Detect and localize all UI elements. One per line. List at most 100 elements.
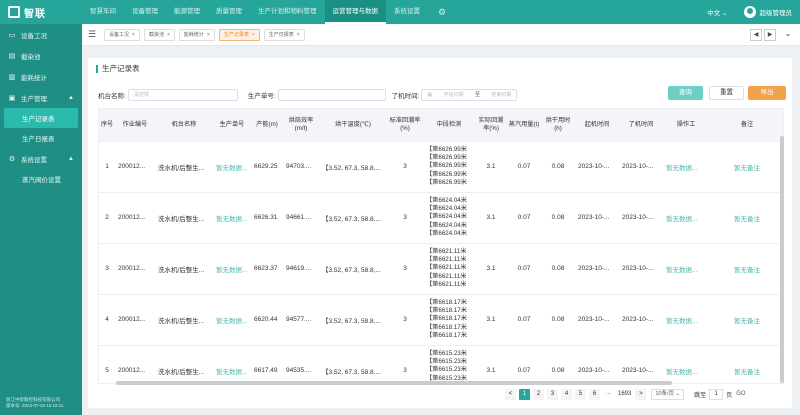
cell-job: 200012...	[115, 345, 155, 383]
page-button[interactable]: 5	[575, 388, 586, 400]
go-button[interactable]: GO	[736, 391, 745, 397]
table-body: 1 200012... 洗水机/后整生... 暂无数据... 6629.25 94703.…	[99, 141, 783, 383]
col-header: 中段检测	[423, 109, 475, 142]
tag-label: 截染池	[148, 31, 164, 38]
cell-op[interactable]: 暂无数据...	[663, 141, 709, 193]
order-input[interactable]	[277, 89, 386, 101]
cell-op[interactable]: 暂无数据...	[663, 294, 709, 346]
cell-op[interactable]: 暂无数据...	[663, 243, 709, 295]
chevron-down-icon[interactable]: ⌄	[782, 29, 794, 41]
cell-no: 2	[99, 192, 115, 244]
tag-energy[interactable]: 能耗统计 ×	[178, 28, 215, 41]
cell-note[interactable]: 暂无备注	[709, 345, 783, 383]
tag-production-record[interactable]: 生产记录表 ×	[218, 28, 260, 41]
more-pages-button[interactable]: ···	[603, 389, 614, 400]
cell-note[interactable]: 暂无备注	[709, 243, 783, 295]
top-nav-item[interactable]: 设备管理	[124, 0, 166, 24]
tag-dye-pool[interactable]: 截染池 ×	[143, 28, 175, 41]
cell-temp: 【3.52, 67.3, 58.8,...	[319, 294, 387, 346]
mid-check-line: 【第6618.17米	[426, 323, 467, 331]
jump-label: 跳至	[694, 392, 707, 399]
close-icon[interactable]: ×	[297, 32, 300, 38]
mid-check-line: 【第6618.17米	[426, 331, 467, 339]
vertical-scrollbar[interactable]	[780, 136, 784, 383]
cell-op[interactable]: 暂无数据...	[663, 345, 709, 383]
table-row: 5 200012... 洗水机/后整生... 暂无数据... 6617.49 94535.…	[99, 345, 783, 383]
user-name[interactable]: 超级管理员	[760, 7, 793, 17]
top-nav-item[interactable]: 质量管理	[208, 0, 250, 24]
top-nav: 智慧车间 设备管理 能源管理 质量管理 生产计划和物料管理 运营管理与数据 系统…	[82, 0, 456, 24]
page-button[interactable]: 1	[519, 388, 530, 400]
range-separator: 至	[475, 92, 481, 98]
sidebar-subitem-production-daily[interactable]: 生产日报表	[0, 128, 82, 148]
page-title: 生产记录表	[96, 65, 140, 73]
page-button[interactable]: 3	[547, 388, 558, 400]
cell-end: 2023-10-...	[619, 294, 663, 346]
top-nav-item[interactable]: 系统设置	[386, 0, 428, 24]
cell-order[interactable]: 暂无数据...	[213, 192, 251, 244]
cell-order[interactable]: 暂无数据...	[213, 294, 251, 346]
page-button[interactable]: 4	[561, 388, 572, 400]
cell-order[interactable]: 暂无数据...	[213, 243, 251, 295]
language-select[interactable]: 中文 ⌄	[707, 7, 727, 17]
sidebar-subitem-steam-price[interactable]: 蒸汽阀价设置	[0, 169, 82, 189]
col-header: 烘干用时(h)	[541, 109, 575, 142]
close-icon[interactable]: ×	[207, 32, 210, 38]
export-button[interactable]: 导出	[748, 86, 786, 100]
cell-order[interactable]: 暂无数据...	[213, 345, 251, 383]
tag-production-daily[interactable]: 生产日报表 ×	[263, 28, 305, 41]
page-size-select[interactable]: 10条/页 ⌄	[651, 388, 685, 400]
mid-check-line: 【第6626.99米	[426, 162, 467, 170]
cell-machine: 洗水机/后整生...	[155, 243, 213, 295]
date-range-picker[interactable]: ▦ 开始日期 至 结束日期	[421, 89, 518, 101]
top-nav-item[interactable]: 能源管理	[166, 0, 208, 24]
sidebar-subitem-production-record[interactable]: 生产记录表	[4, 108, 78, 128]
query-button[interactable]: 查询	[668, 86, 703, 100]
sidebar-item-production[interactable]: ▣ 生产管理 ▲	[0, 87, 82, 108]
chevron-right-icon[interactable]: ▶	[764, 29, 776, 41]
settings-gear-icon[interactable]: ⚙	[428, 0, 456, 24]
machine-select[interactable]: 请选择	[127, 89, 238, 101]
cell-note[interactable]: 暂无备注	[709, 141, 783, 193]
reset-button[interactable]: 重置	[709, 86, 744, 100]
user-avatar-icon[interactable]	[743, 6, 756, 18]
cell-temp: 【3.52, 67.3, 58.8,...	[319, 141, 387, 193]
cell-std: 3	[387, 141, 423, 193]
top-nav-item[interactable]: 生产计划和物料管理	[250, 0, 325, 24]
page-button[interactable]: 6	[589, 388, 600, 400]
order-label: 生产单号:	[247, 93, 276, 100]
cell-no: 1	[99, 141, 115, 193]
top-nav-item-active[interactable]: 运营管理与数据	[324, 0, 386, 24]
cell-dry: 0.08	[541, 141, 575, 193]
close-icon[interactable]: ×	[167, 32, 170, 38]
cell-note[interactable]: 暂无备注	[709, 294, 783, 346]
horizontal-scrollbar[interactable]	[116, 381, 672, 385]
main-card: 生产记录表 机台名称: 请选择 生产单号: 了机时间: ▦ 开始日期 至 结束日…	[88, 58, 792, 408]
top-nav-item[interactable]: 智慧车间	[82, 0, 124, 24]
close-icon[interactable]: ×	[252, 32, 255, 38]
mid-check-line: 【第6615.23米	[426, 366, 467, 374]
cell-mid: 【第6615.23米 【第6615.23米 【第6615.23米 【第6615.23米…	[423, 345, 475, 383]
mid-check-line: 【第6621.11米	[426, 272, 467, 280]
page-size-label: 10条/页	[655, 390, 675, 397]
close-icon[interactable]: ×	[132, 32, 135, 38]
top-navbar: 智联 智慧车间 设备管理 能源管理 质量管理 生产计划和物料管理 运营管理与数据…	[0, 0, 800, 24]
page-button[interactable]: 2	[533, 388, 544, 400]
sidebar-item-equipment[interactable]: ▭ 设备工况	[0, 24, 82, 45]
next-page-button[interactable]: >	[635, 388, 647, 400]
cell-op[interactable]: 暂无数据...	[663, 192, 709, 244]
mid-check-line: 【第6621.11米	[426, 247, 467, 255]
tag-equipment[interactable]: 设备工况 ×	[104, 28, 140, 41]
chevron-left-icon[interactable]: ◀	[750, 29, 762, 41]
last-page-button[interactable]: 1693	[617, 389, 632, 400]
sidebar-item-system[interactable]: ⚙ 系统设置 ▲	[0, 148, 82, 169]
menu-toggle-icon[interactable]: ☰	[84, 29, 100, 40]
jump-input[interactable]: 1	[709, 388, 724, 400]
prev-page-button[interactable]: <	[505, 388, 516, 400]
cell-end: 2023-10-...	[619, 192, 663, 244]
col-header: 起机时间	[575, 109, 619, 142]
sidebar-item-energy[interactable]: ▥ 能耗统计	[0, 66, 82, 87]
cell-note[interactable]: 暂无备注	[709, 192, 783, 244]
cell-order[interactable]: 暂无数据...	[213, 141, 251, 193]
sidebar-item-dye-pool[interactable]: ▤ 截染池	[0, 45, 82, 66]
